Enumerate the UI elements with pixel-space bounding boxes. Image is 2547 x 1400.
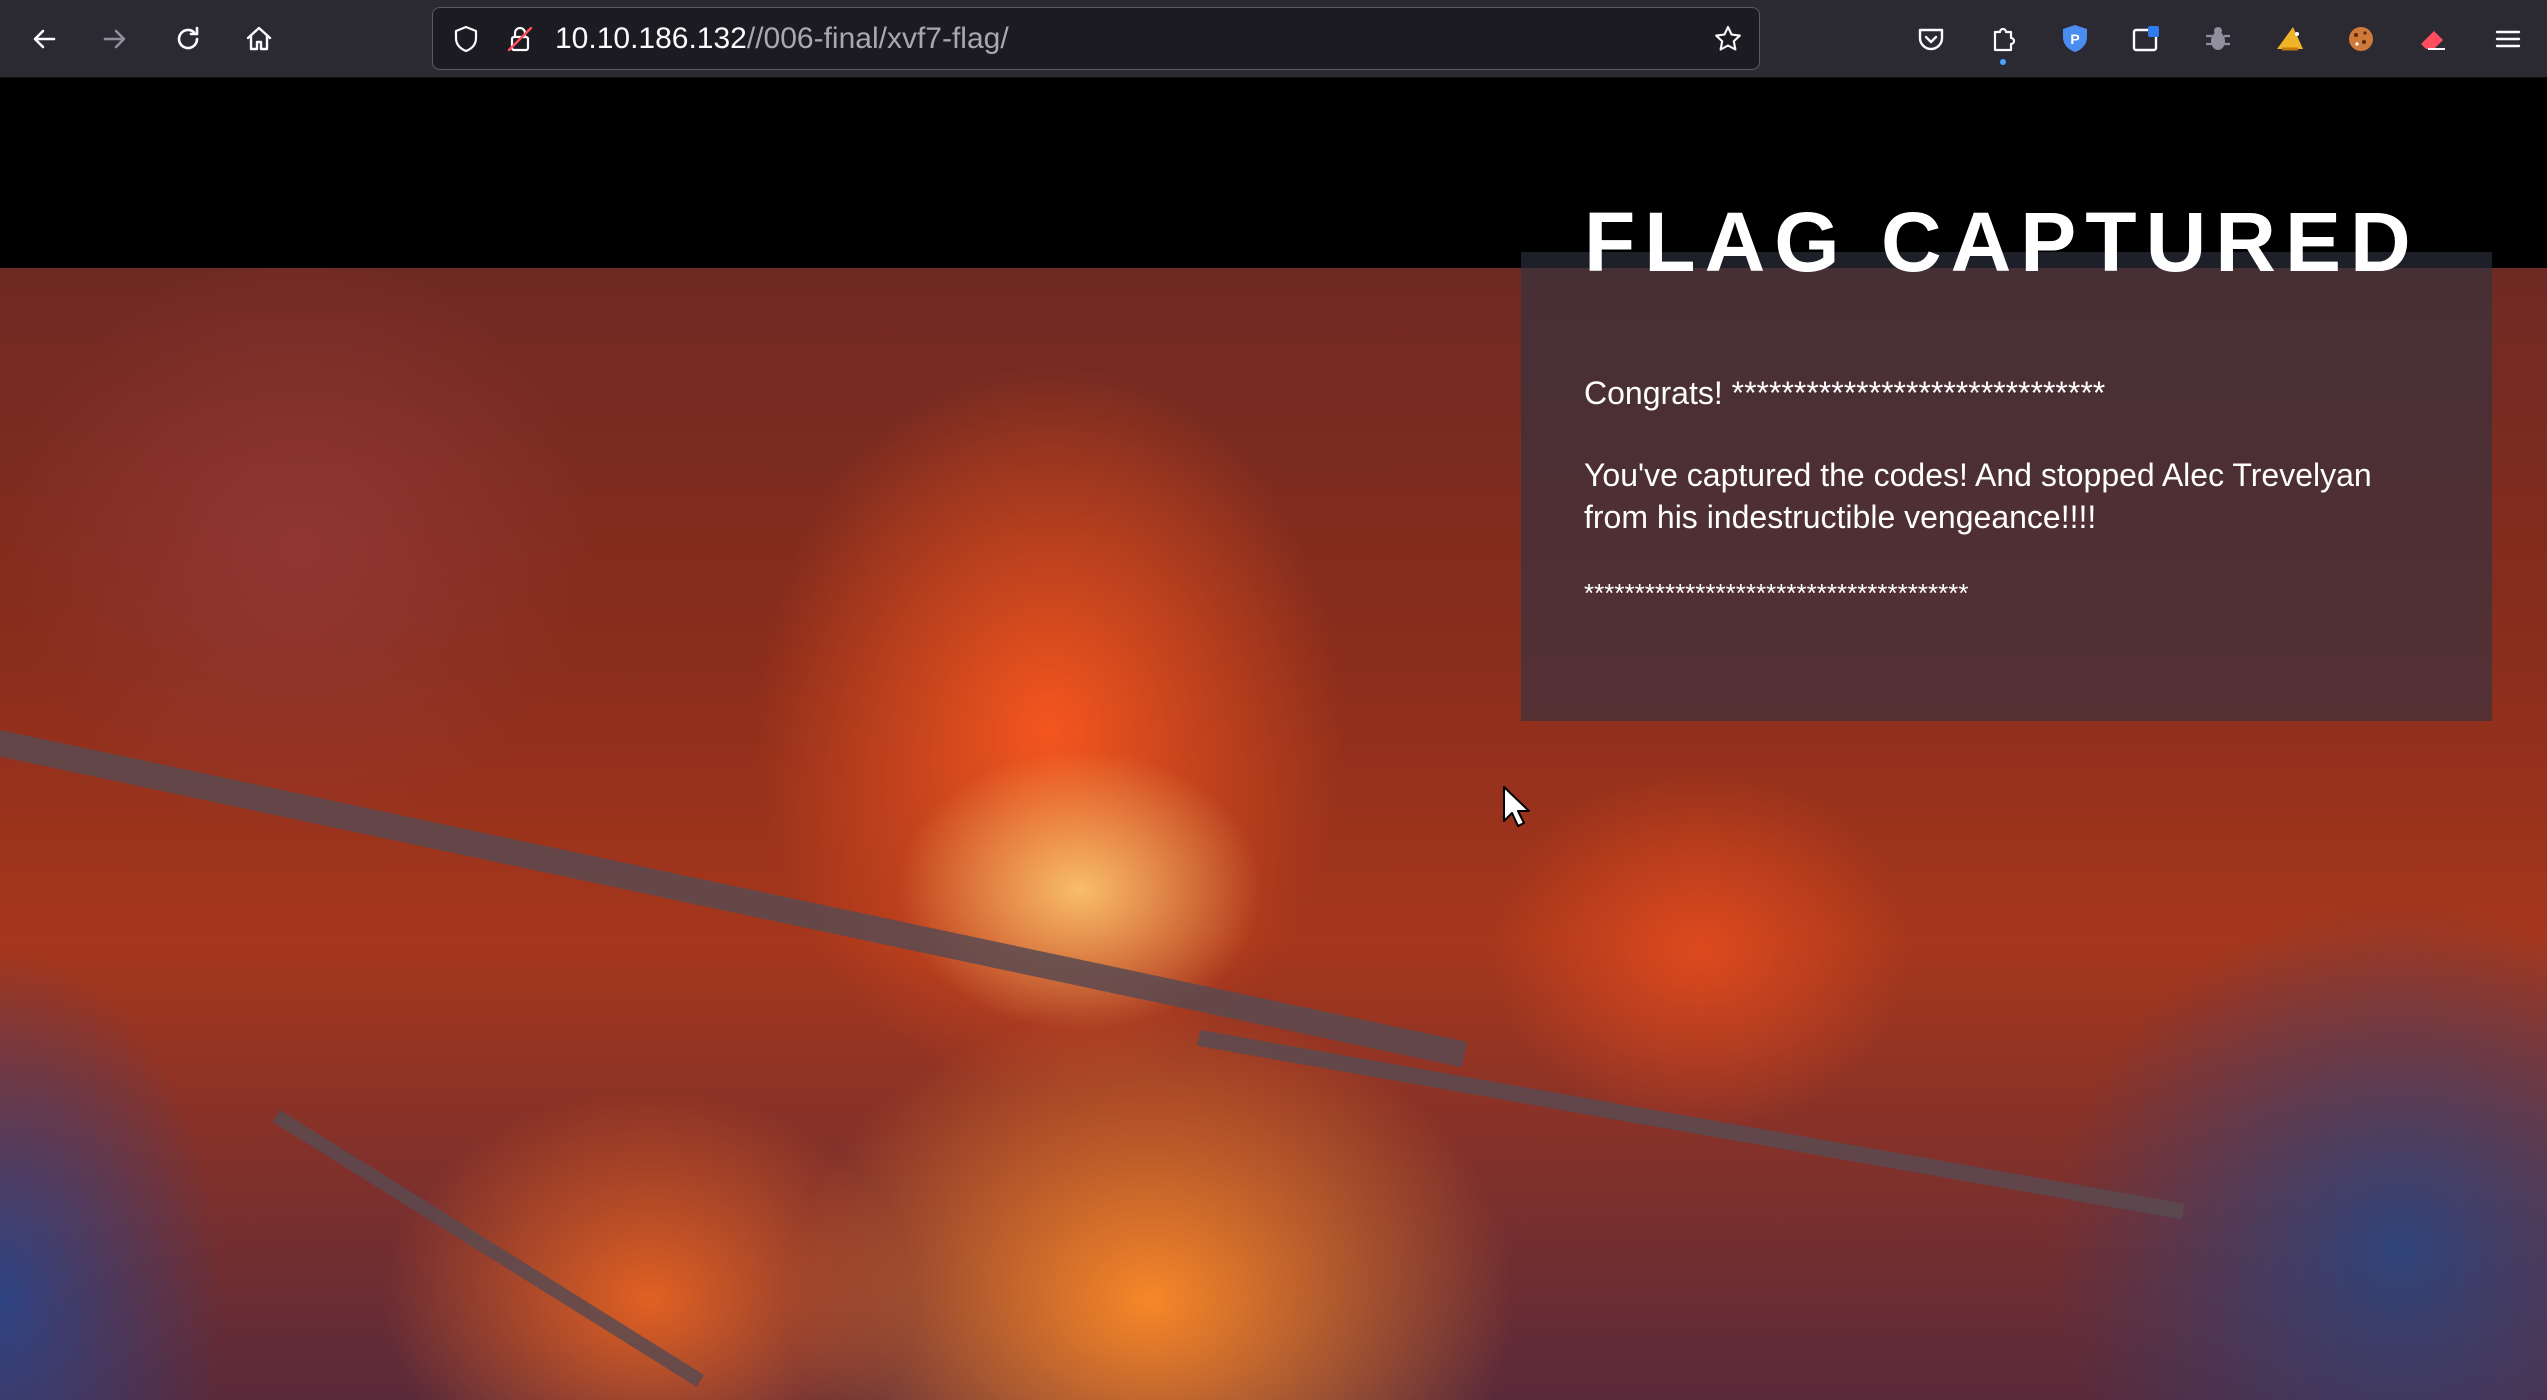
cookie-extension[interactable] — [2339, 17, 2383, 61]
shield-p-extension[interactable]: P — [2053, 17, 2097, 61]
bug-extension[interactable] — [2196, 17, 2240, 61]
svg-text:P: P — [2070, 31, 2079, 47]
hamburger-menu-icon — [2495, 30, 2521, 48]
antenna-beam — [272, 1110, 705, 1387]
wizard-hat-icon — [2277, 27, 2303, 51]
url-text[interactable]: 10.10.186.132//006-final/xvf7-flag/ — [555, 8, 1009, 69]
antenna-beam — [1197, 1030, 2185, 1220]
home-button[interactable] — [235, 15, 283, 63]
star-icon[interactable] — [1711, 22, 1745, 56]
container-icon — [2132, 26, 2159, 52]
url-path: //006-final/xvf7-flag/ — [746, 22, 1009, 55]
forward-button[interactable] — [91, 15, 139, 63]
eraser-icon — [2421, 31, 2445, 50]
mouse-cursor-icon — [1503, 786, 1530, 827]
message-text: You've captured the codes! And stopped A… — [1584, 457, 2372, 535]
back-button[interactable] — [20, 15, 68, 63]
antenna-beam — [0, 730, 1468, 1068]
pocket-icon — [1918, 28, 1944, 51]
page-title: FLAG CAPTURED — [1584, 195, 2420, 289]
congrats-text: Congrats! ****************************** — [1584, 375, 2106, 411]
arrow-right-icon — [103, 29, 126, 49]
home-icon — [246, 26, 272, 51]
container-tab-extension[interactable] — [2124, 17, 2168, 61]
arrow-left-icon — [33, 29, 56, 49]
browser-toolbar: 10.10.186.132//006-final/xvf7-flag/ P — [0, 0, 2547, 78]
eraser-extension[interactable] — [2411, 17, 2455, 61]
wizard-hat-extension[interactable] — [2268, 17, 2312, 61]
extensions-badge — [2000, 59, 2006, 65]
url-host: 10.10.186.132 — [555, 22, 747, 55]
extensions-button[interactable] — [1981, 17, 2025, 65]
page-content: FLAG CAPTURED Congrats! ****************… — [0, 78, 2547, 1400]
puzzle-piece-icon — [1993, 27, 2016, 52]
pocket-button[interactable] — [1909, 17, 1953, 61]
app-menu-button[interactable] — [2486, 17, 2530, 61]
cookie-icon — [2349, 27, 2373, 51]
tracking-protection-shield-icon[interactable] — [449, 22, 483, 56]
reload-button[interactable] — [164, 15, 212, 63]
reload-icon — [177, 26, 199, 50]
insecure-lock-icon[interactable] — [503, 22, 537, 56]
address-bar[interactable]: 10.10.186.132//006-final/xvf7-flag/ — [432, 7, 1760, 70]
stars-text: ************************************** — [1584, 578, 1969, 608]
bug-icon — [2206, 27, 2230, 50]
shield-p-icon: P — [2063, 25, 2087, 52]
